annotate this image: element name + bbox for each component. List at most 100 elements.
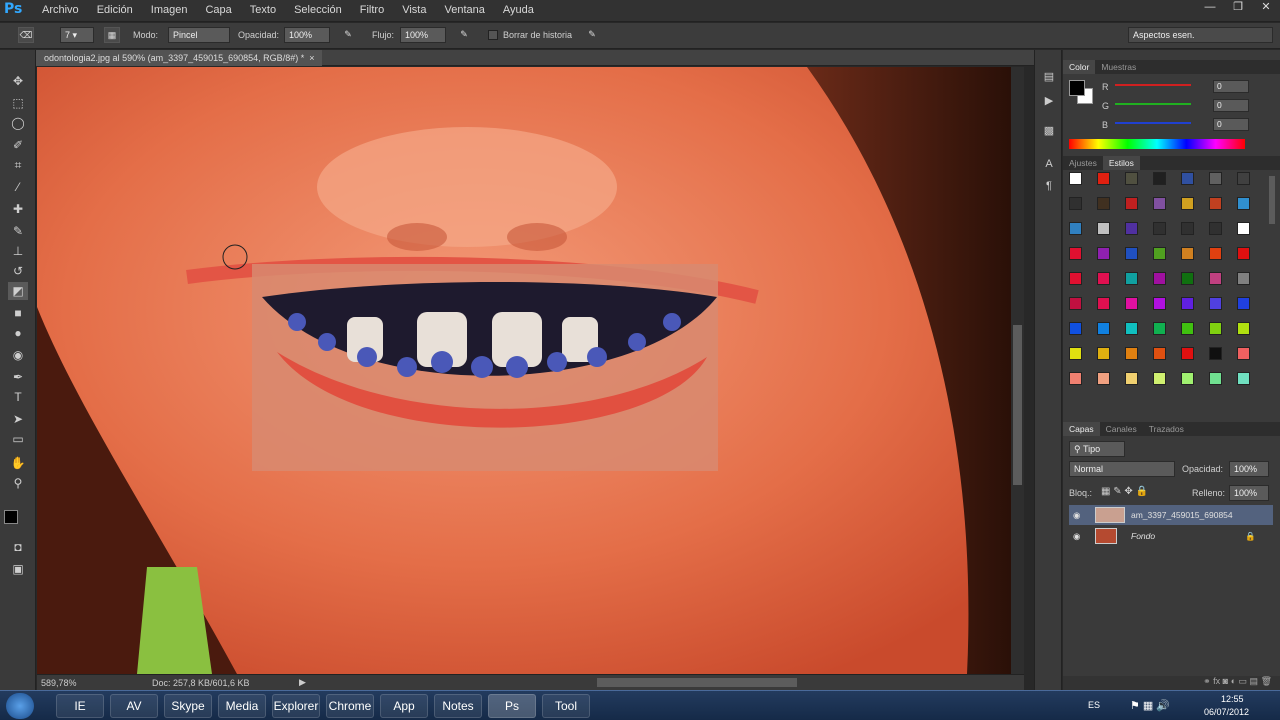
taskbar-app-explorer[interactable]: Explorer (272, 694, 320, 718)
style-swatch[interactable] (1209, 372, 1222, 385)
style-swatch[interactable] (1237, 197, 1250, 210)
layer-name[interactable]: Fondo (1131, 526, 1155, 546)
visibility-eye-icon[interactable]: ◉ (1073, 505, 1080, 525)
taskbar-app-chrome[interactable]: Chrome (326, 694, 374, 718)
clock-date[interactable]: 06/07/2012 (1204, 707, 1249, 717)
crop-tool-icon[interactable]: ⌗ (8, 156, 28, 174)
fill-input[interactable]: 100% (1229, 485, 1269, 501)
style-swatch[interactable] (1181, 322, 1194, 335)
style-swatch[interactable] (1209, 272, 1222, 285)
style-swatch[interactable] (1153, 247, 1166, 260)
pressure-size-icon[interactable]: ✎ (584, 27, 600, 43)
tab-trazados[interactable]: Trazados (1143, 422, 1190, 436)
style-swatch[interactable] (1125, 322, 1138, 335)
flow-input[interactable]: 100% (400, 27, 446, 43)
tab-muestras[interactable]: Muestras (1095, 60, 1142, 74)
marquee-tool-icon[interactable]: ⬚ (8, 94, 28, 112)
taskbar-app-notes[interactable]: Notes (434, 694, 482, 718)
channel-r-value[interactable]: 0 (1213, 80, 1249, 93)
style-swatch[interactable] (1237, 272, 1250, 285)
style-swatch[interactable] (1237, 222, 1250, 235)
style-swatch[interactable] (1125, 172, 1138, 185)
menu-edicion[interactable]: Edición (97, 4, 133, 16)
styles-scroll-thumb[interactable] (1269, 176, 1275, 224)
tab-capas[interactable]: Capas (1063, 422, 1100, 436)
lock-icons[interactable]: ▦ ✎ ✥ 🔒 (1101, 486, 1148, 497)
dodge-tool-icon[interactable]: ◉ (8, 346, 28, 364)
layer-opacity-input[interactable]: 100% (1229, 461, 1269, 477)
pressure-opacity-icon[interactable]: ✎ (340, 27, 356, 43)
style-swatch[interactable] (1097, 347, 1110, 360)
taskbar-app-ie[interactable]: IE (56, 694, 104, 718)
style-swatch[interactable] (1153, 172, 1166, 185)
style-swatch[interactable] (1097, 272, 1110, 285)
channel-g-value[interactable]: 0 (1213, 99, 1249, 112)
menu-archivo[interactable]: Archivo (42, 4, 79, 16)
style-swatch[interactable] (1237, 247, 1250, 260)
gradient-tool-icon[interactable]: ■ (8, 304, 28, 322)
close-button[interactable]: ✕ (1252, 0, 1280, 16)
style-swatch[interactable] (1097, 322, 1110, 335)
color-foreground-swatch[interactable] (1069, 80, 1085, 96)
clock-time[interactable]: 12:55 (1221, 694, 1244, 704)
tab-canales[interactable]: Canales (1100, 422, 1143, 436)
vertical-scroll-thumb[interactable] (1013, 325, 1022, 485)
style-swatch[interactable] (1069, 197, 1082, 210)
style-swatch[interactable] (1153, 322, 1166, 335)
tray-icons[interactable]: ⚑ ▦ 🔊 (1130, 699, 1170, 712)
style-swatch[interactable] (1153, 372, 1166, 385)
quick-select-tool-icon[interactable]: ✐ (8, 136, 28, 154)
lasso-tool-icon[interactable]: ◯ (8, 114, 28, 132)
style-swatch[interactable] (1069, 222, 1082, 235)
eraser-tool-icon[interactable]: ⌫ (18, 27, 34, 43)
menu-seleccion[interactable]: Selección (294, 4, 342, 16)
maximize-button[interactable]: ❐ (1224, 0, 1252, 16)
style-swatch[interactable] (1069, 247, 1082, 260)
style-swatch[interactable] (1069, 372, 1082, 385)
history-panel-icon[interactable]: ▤ (1040, 70, 1058, 86)
character-panel-icon[interactable]: A (1040, 158, 1058, 174)
layer-kind-filter[interactable]: ⚲ Tipo (1069, 441, 1125, 457)
menu-ventana[interactable]: Ventana (444, 4, 484, 16)
channel-b-value[interactable]: 0 (1213, 118, 1249, 131)
style-swatch[interactable] (1181, 247, 1194, 260)
style-swatch[interactable] (1125, 272, 1138, 285)
brush-size-picker[interactable]: 7 ▾ (60, 27, 94, 43)
style-swatch[interactable] (1209, 247, 1222, 260)
menu-filtro[interactable]: Filtro (360, 4, 384, 16)
healing-tool-icon[interactable]: ✚ (8, 200, 28, 218)
hand-tool-icon[interactable]: ✋ (8, 454, 28, 472)
shape-tool-icon[interactable]: ▭ (8, 430, 28, 448)
style-swatch[interactable] (1209, 222, 1222, 235)
style-swatch[interactable] (1209, 197, 1222, 210)
style-swatch[interactable] (1153, 347, 1166, 360)
style-swatch[interactable] (1097, 197, 1110, 210)
style-swatch[interactable] (1125, 247, 1138, 260)
channel-g-slider[interactable] (1115, 103, 1191, 105)
history-checkbox[interactable] (488, 30, 498, 40)
brush-panel-icon[interactable]: ▦ (104, 27, 120, 43)
style-swatch[interactable] (1097, 172, 1110, 185)
taskbar-app-skype[interactable]: Skype (164, 694, 212, 718)
pen-tool-icon[interactable]: ✒ (8, 368, 28, 386)
channel-b-slider[interactable] (1115, 122, 1191, 124)
tab-ajustes[interactable]: Ajustes (1063, 156, 1103, 170)
foreground-color-swatch[interactable] (4, 510, 18, 524)
start-button[interactable] (6, 693, 34, 719)
airbrush-icon[interactable]: ✎ (456, 27, 472, 43)
mode-select[interactable]: Pincel (168, 27, 230, 43)
style-swatch[interactable] (1181, 172, 1194, 185)
style-swatch[interactable] (1125, 197, 1138, 210)
layer-row[interactable]: ◉ Fondo 🔒 (1069, 526, 1273, 546)
brush-tool-icon[interactable]: ✎ (8, 222, 28, 240)
style-swatch[interactable] (1097, 297, 1110, 310)
menu-ayuda[interactable]: Ayuda (503, 4, 534, 16)
style-swatch[interactable] (1181, 272, 1194, 285)
layer-name[interactable]: am_3397_459015_690854 (1131, 505, 1233, 525)
style-swatch[interactable] (1125, 372, 1138, 385)
style-swatch[interactable] (1237, 172, 1250, 185)
style-swatch[interactable] (1181, 222, 1194, 235)
style-swatch[interactable] (1237, 297, 1250, 310)
style-swatch[interactable] (1237, 322, 1250, 335)
taskbar-app-tool[interactable]: Tool (542, 694, 590, 718)
